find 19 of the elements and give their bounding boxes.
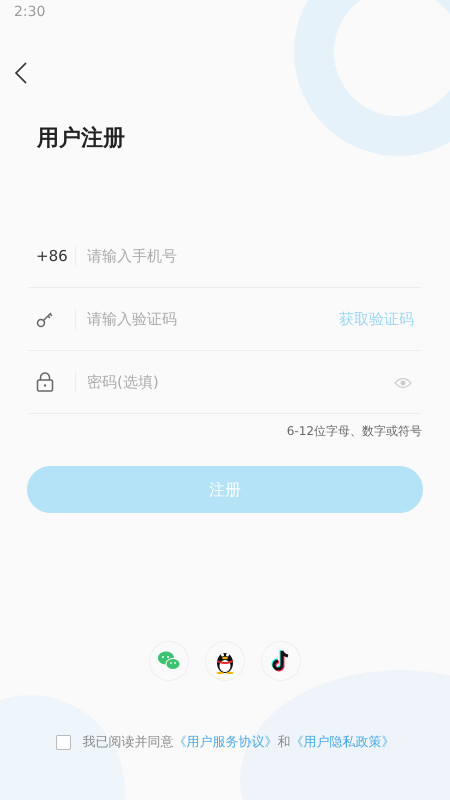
country-code: +86 <box>36 246 68 267</box>
phone-field[interactable]: 请输入手机号 <box>85 244 422 268</box>
agree-checkbox[interactable] <box>56 735 70 750</box>
music-note-login-button[interactable] <box>261 641 301 681</box>
service-agreement-link[interactable]: 《用户服务协议》 <box>174 735 278 750</box>
lock-icon <box>36 372 54 392</box>
penguin-login-button[interactable] <box>205 641 245 681</box>
agreement-text: 我已阅读并同意 <box>82 735 174 750</box>
joiner-text: 和 <box>278 735 290 750</box>
back-icon[interactable] <box>14 60 28 85</box>
page-title: 用户注册 <box>37 125 126 153</box>
chat-bubbles-icon <box>157 650 181 672</box>
status-time: 2:30 <box>14 2 46 22</box>
password-field[interactable]: 密码(选填) <box>85 370 394 394</box>
get-code-button[interactable]: 获取验证码 <box>339 308 422 330</box>
code-field[interactable]: 请输入验证码 <box>85 306 339 332</box>
password-hint: 6-12位字母、数字或符号 <box>286 423 422 440</box>
key-icon <box>36 310 54 328</box>
privacy-policy-link[interactable]: 《用户隐私政策》 <box>290 735 394 750</box>
